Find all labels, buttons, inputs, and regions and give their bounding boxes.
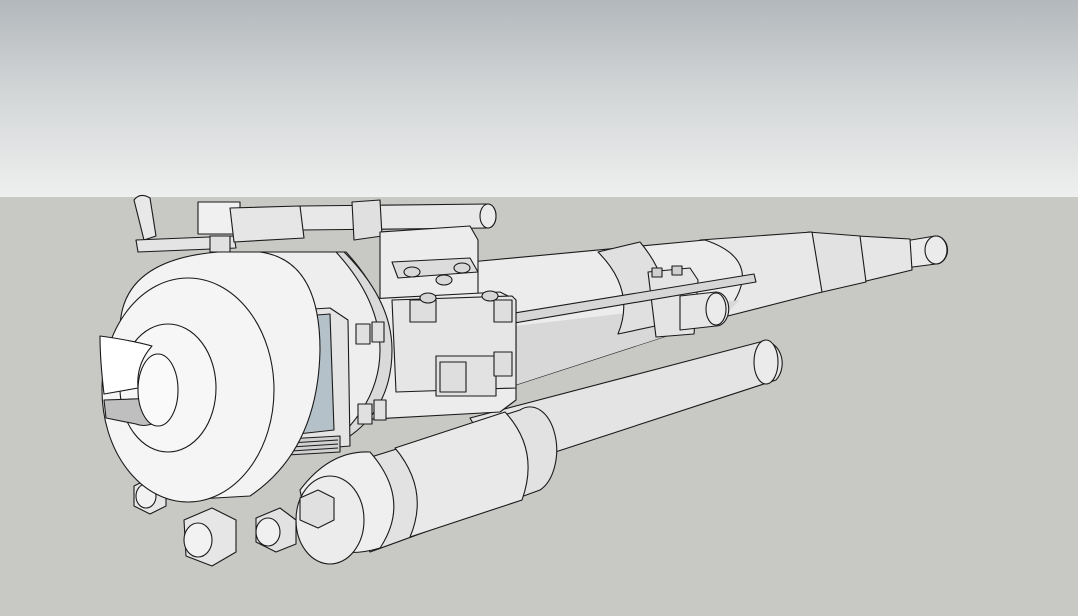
trunnion-pin-end	[706, 293, 726, 325]
hex-nut	[300, 490, 334, 528]
sight-mount-knob	[210, 236, 230, 252]
muzzle-end-face	[925, 236, 947, 264]
breech-bore	[138, 354, 178, 426]
ring-lug	[356, 324, 370, 344]
hex-nut-face	[256, 518, 280, 546]
bracket-bolt	[454, 263, 470, 273]
ring-lug	[374, 400, 386, 420]
cannon-model[interactable]	[0, 0, 1078, 616]
bracket-bolt	[404, 267, 420, 277]
receiver-bolt	[420, 293, 436, 303]
modeling-viewport[interactable]	[0, 0, 1078, 616]
clamp-bolt	[652, 268, 662, 277]
sight-tube-end	[480, 204, 496, 228]
sight-mount-block	[230, 206, 304, 242]
barrel-section-4	[858, 236, 912, 282]
ring-lug	[358, 404, 372, 424]
bracket-bolt	[436, 275, 452, 285]
sight-collar	[352, 200, 382, 240]
hex-nut-face	[184, 523, 212, 557]
receiver-lug	[410, 300, 436, 322]
receiver-lug	[494, 300, 512, 322]
recoil-cylinder-upper-end	[754, 340, 778, 384]
ring-lug	[372, 322, 384, 342]
receiver-bolt	[482, 291, 498, 301]
crank-handle	[134, 195, 156, 240]
receiver-lug	[494, 352, 512, 376]
receiver-block-inner	[440, 362, 466, 392]
clamp-bolt	[672, 266, 682, 275]
